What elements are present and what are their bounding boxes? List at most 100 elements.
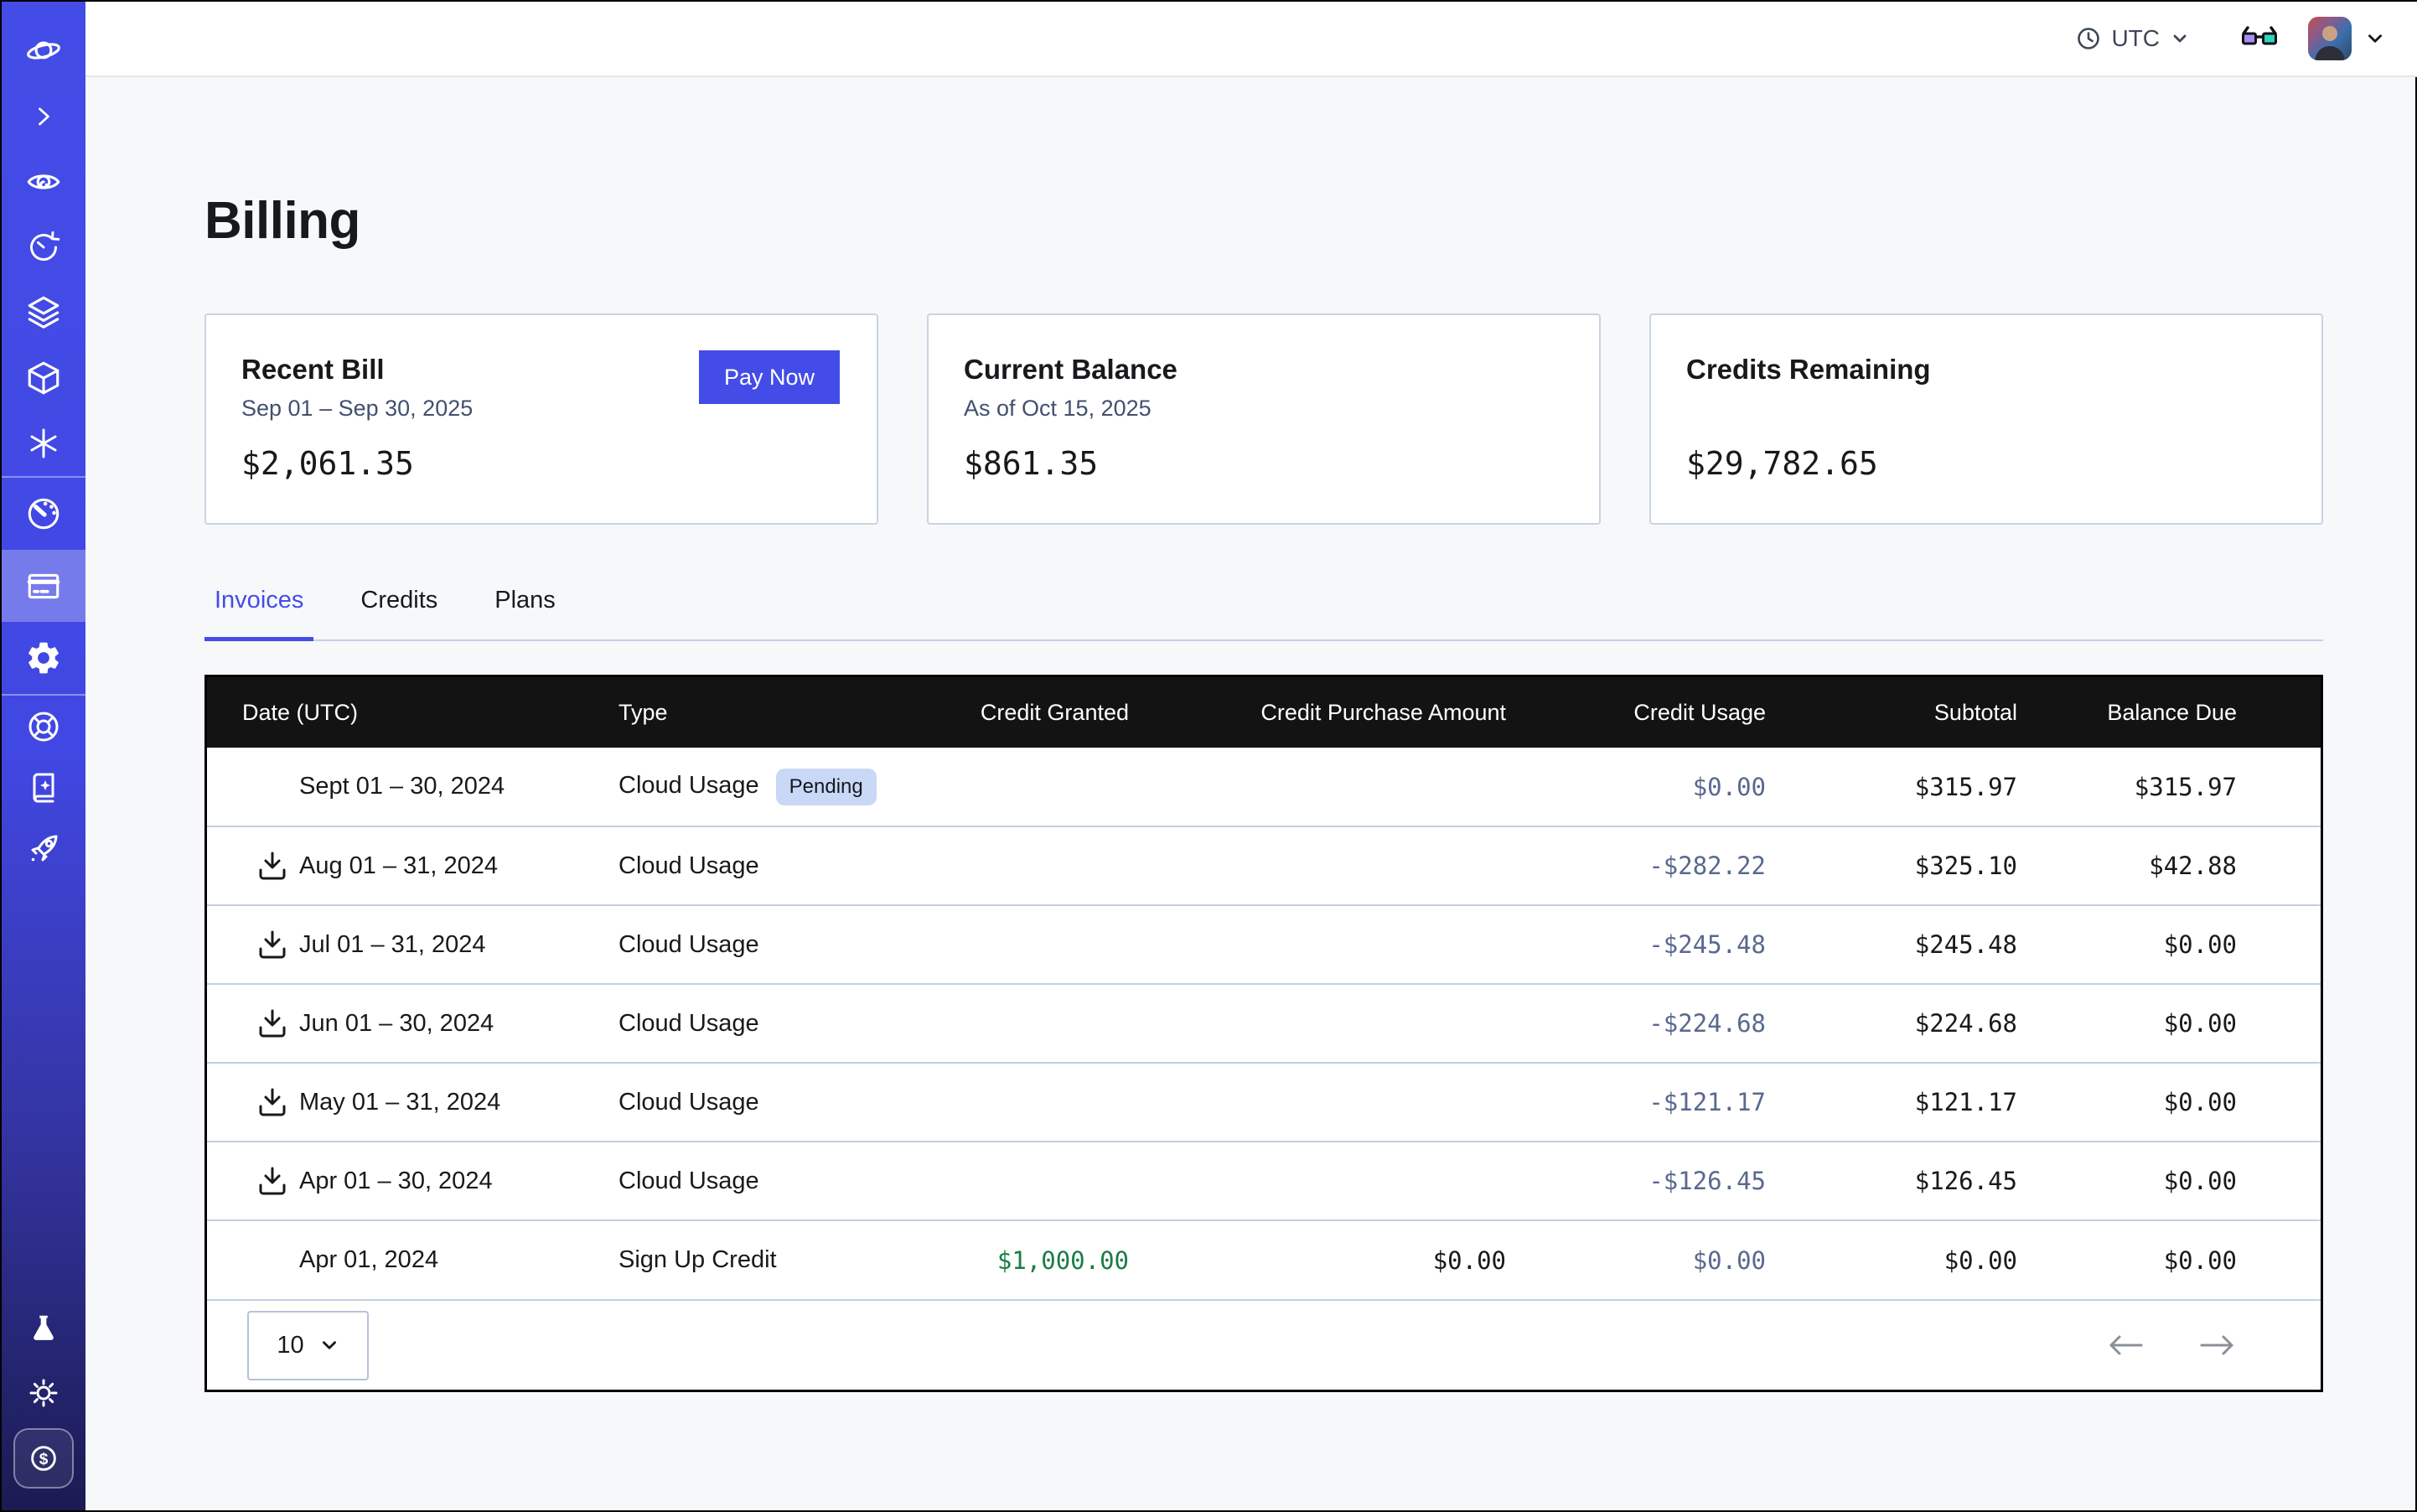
tab-plans[interactable]: Plans <box>484 587 566 639</box>
cell-date: Aug 01 – 31, 2024 <box>207 826 618 905</box>
invoice-type: Cloud Usage <box>618 931 759 958</box>
download-invoice-button[interactable] <box>254 1084 291 1121</box>
sidebar-section-account <box>2 476 85 694</box>
cell-credit-purchase <box>1171 1142 1548 1220</box>
cell-credit-purchase <box>1171 826 1548 905</box>
cell-date: Jun 01 – 30, 2024 <box>207 984 618 1063</box>
svg-text:$: $ <box>39 1451 49 1468</box>
eye-icon[interactable] <box>2 149 85 215</box>
column-header: Credit Purchase Amount <box>1171 677 1548 748</box>
flask-icon[interactable] <box>2 1297 85 1361</box>
user-menu-chevron-down-icon[interactable] <box>2365 28 2385 49</box>
invoice-date: May 01 – 31, 2024 <box>299 1089 500 1116</box>
recent-bill-amount: $2,061.35 <box>241 445 840 482</box>
tab-invoices[interactable]: Invoices <box>204 587 313 639</box>
cell-credit-granted <box>936 826 1171 905</box>
cell-balance-due: $0.00 <box>2059 1220 2321 1299</box>
cell-credit-granted <box>936 905 1171 984</box>
gear-icon[interactable] <box>2 622 85 694</box>
download-invoice-button[interactable] <box>254 1005 291 1042</box>
cell-credit-granted <box>936 748 1171 826</box>
invoice-type: Cloud Usage <box>618 1089 759 1116</box>
credit-card-icon[interactable] <box>2 550 85 622</box>
planet-logo-icon[interactable] <box>2 18 85 84</box>
clock-icon <box>2077 27 2100 50</box>
card-title: Current Balance <box>964 354 1562 386</box>
page-size-value: 10 <box>277 1332 303 1359</box>
app-frame: $ UTC Billing <box>0 0 2417 1512</box>
tab-credits[interactable]: Credits <box>350 587 448 639</box>
download-invoice-button[interactable] <box>254 1162 291 1199</box>
card-title: Credits Remaining <box>1686 354 2285 386</box>
arrow-right-icon <box>2198 1333 2237 1358</box>
sidebar: $ <box>2 2 85 1510</box>
table-row: Sept 01 – 30, 2024Cloud UsagePending$0.0… <box>207 748 2321 826</box>
invoice-type: Cloud Usage <box>618 1168 759 1194</box>
cell-credit-purchase <box>1171 748 1548 826</box>
column-header: Credit Usage <box>1548 677 1808 748</box>
avatar[interactable] <box>2308 17 2352 60</box>
gauge-icon[interactable] <box>2 478 85 550</box>
cell-date: Apr 01, 2024 <box>207 1220 618 1299</box>
cell-subtotal: $121.17 <box>1808 1063 2059 1142</box>
rocket-icon[interactable] <box>2 818 85 879</box>
chevron-right-icon[interactable] <box>2 84 85 149</box>
download-icon <box>256 1007 289 1040</box>
cell-credit-usage: -$126.45 <box>1548 1142 1808 1220</box>
download-icon <box>256 928 289 961</box>
lifebuoy-icon[interactable] <box>2 696 85 757</box>
sidebar-section-bottom: $ <box>2 1297 85 1510</box>
column-header: Subtotal <box>1808 677 2059 748</box>
book-icon[interactable] <box>2 757 85 818</box>
previous-page-button[interactable] <box>2106 1333 2145 1358</box>
column-header: Balance Due <box>2059 677 2321 748</box>
cube-icon[interactable] <box>2 345 85 411</box>
next-page-button[interactable] <box>2198 1333 2237 1358</box>
pay-now-button[interactable]: Pay Now <box>699 350 840 404</box>
timer-icon[interactable] <box>2 215 85 280</box>
cell-credit-granted <box>936 984 1171 1063</box>
invoice-table-body: Sept 01 – 30, 2024Cloud UsagePending$0.0… <box>207 748 2321 1299</box>
recent-bill-card: Recent Bill Sep 01 – Sep 30, 2025 $2,061… <box>204 313 878 525</box>
asterisk-icon[interactable] <box>2 411 85 476</box>
dollar-badge-icon[interactable]: $ <box>13 1428 74 1489</box>
cell-balance-due: $42.88 <box>2059 826 2321 905</box>
invoice-date: Jul 01 – 31, 2024 <box>299 931 486 959</box>
download-invoice-button[interactable] <box>254 926 291 963</box>
download-invoice-button[interactable] <box>254 847 291 884</box>
cell-balance-due: $0.00 <box>2059 984 2321 1063</box>
cell-balance-due: $0.00 <box>2059 1063 2321 1142</box>
cell-date: May 01 – 31, 2024 <box>207 1063 618 1142</box>
sidebar-section-top <box>2 2 85 476</box>
layers-icon[interactable] <box>2 280 85 345</box>
sun-icon[interactable] <box>2 1361 85 1425</box>
pagination: 10 <box>207 1299 2321 1390</box>
cell-credit-usage: $0.00 <box>1548 1220 1808 1299</box>
cell-credit-usage: -$245.48 <box>1548 905 1808 984</box>
invoices-table: Date (UTC)TypeCredit GrantedCredit Purch… <box>204 675 2323 1392</box>
invoice-date: Apr 01, 2024 <box>299 1246 438 1274</box>
cell-credit-usage: -$282.22 <box>1548 826 1808 905</box>
chevron-down-icon <box>2171 29 2189 48</box>
table-row: Jul 01 – 31, 2024Cloud Usage-$245.48$245… <box>207 905 2321 984</box>
invoice-date: Aug 01 – 31, 2024 <box>299 852 498 880</box>
invoice-date: Jun 01 – 30, 2024 <box>299 1010 494 1038</box>
table-row: May 01 – 31, 2024 Cloud Usage -$121.17$121… <box>207 1063 2321 1142</box>
timezone-dropdown[interactable]: UTC <box>2077 25 2189 52</box>
invoice-type: Cloud Usage <box>618 1010 759 1037</box>
cell-subtotal: $0.00 <box>1808 1220 2059 1299</box>
page-size-select[interactable]: 10 <box>247 1311 369 1380</box>
cell-credit-granted <box>936 1142 1171 1220</box>
table-row: Apr 01, 2024Sign Up Credit$1,000.00$0.00… <box>207 1220 2321 1299</box>
invoice-date: Sept 01 – 30, 2024 <box>299 773 505 800</box>
billing-tabs: Invoices Credits Plans <box>204 587 2323 641</box>
glasses-icon[interactable] <box>2241 26 2278 51</box>
current-balance-amount: $861.35 <box>964 445 1562 482</box>
table-row: Aug 01 – 31, 2024Cloud Usage-$282.22$325… <box>207 826 2321 905</box>
current-balance-card: Current Balance As of Oct 15, 2025 $861.… <box>927 313 1601 525</box>
cell-credit-granted <box>936 1063 1171 1142</box>
cell-date: Jul 01 – 31, 2024 <box>207 905 618 984</box>
cell-credit-usage: -$121.17 <box>1548 1063 1808 1142</box>
credits-remaining-amount: $29,782.65 <box>1686 445 2285 482</box>
cell-type: Cloud Usage <box>618 984 936 1063</box>
